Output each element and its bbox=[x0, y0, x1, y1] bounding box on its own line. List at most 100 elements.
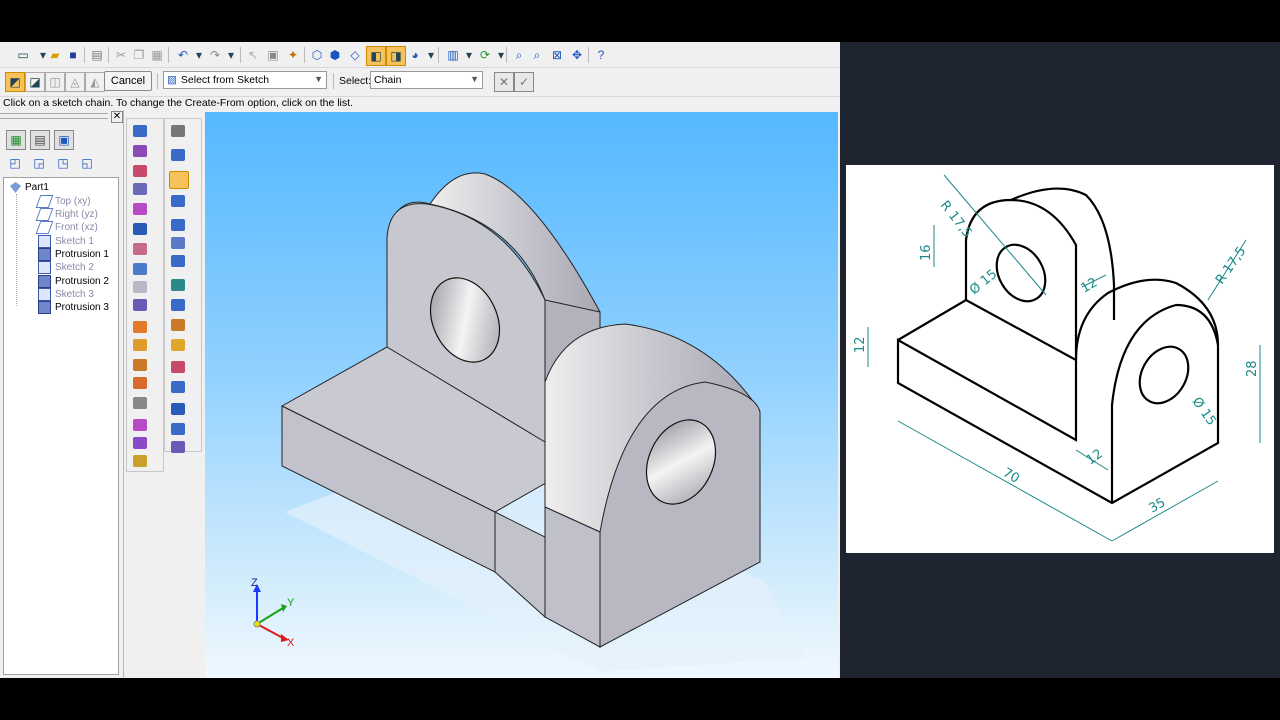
layers-tab-icon[interactable]: ▤ bbox=[30, 130, 50, 150]
save-icon[interactable]: ■ bbox=[64, 46, 82, 64]
hole-tool-icon[interactable] bbox=[133, 203, 147, 215]
boolean-tool-icon[interactable] bbox=[133, 437, 147, 449]
curve-tool-icon[interactable] bbox=[171, 403, 185, 415]
delete-faces-tool-icon[interactable] bbox=[171, 361, 185, 373]
feature-tree-tab-icon[interactable]: ▦ bbox=[6, 130, 26, 150]
tree-item-top-plane[interactable]: Top (xy) bbox=[35, 195, 91, 208]
copy-icon[interactable]: ❐ bbox=[130, 46, 148, 64]
sketch-icon: ▧ bbox=[167, 74, 177, 86]
intersect-tool-icon[interactable] bbox=[171, 423, 185, 435]
zoom-icon[interactable]: ⌕ bbox=[528, 46, 546, 64]
close-icon[interactable]: ✕ bbox=[111, 111, 123, 123]
shaded-icon[interactable]: ◧ bbox=[366, 46, 386, 66]
loft-tool-icon[interactable] bbox=[171, 219, 185, 231]
round-tool-icon[interactable] bbox=[133, 223, 147, 235]
feature-library-tool-icon[interactable] bbox=[133, 455, 147, 467]
family-tab-icon[interactable]: ◰ bbox=[6, 154, 24, 172]
new-file-icon[interactable]: ▭ bbox=[14, 46, 32, 64]
dim-70: 70 bbox=[1000, 465, 1022, 486]
normal-tool-icon[interactable] bbox=[171, 255, 185, 267]
tree-item-protrusion-1[interactable]: Protrusion 1 bbox=[38, 248, 109, 261]
surface-tool-icon[interactable] bbox=[171, 299, 185, 311]
settings-icon[interactable]: ✦ bbox=[284, 46, 302, 64]
side-step-icon[interactable]: ◪ bbox=[25, 72, 45, 92]
helix-tool-icon[interactable] bbox=[171, 237, 185, 249]
revolve-tool-icon[interactable] bbox=[133, 145, 147, 157]
sensors-tab-icon[interactable]: ◳ bbox=[54, 154, 72, 172]
finish-step-icon[interactable]: ◭ bbox=[85, 72, 105, 92]
library-tab-icon[interactable]: ▣ bbox=[54, 130, 74, 150]
mirror-tool-icon[interactable] bbox=[133, 321, 147, 333]
3d-viewport[interactable]: Z Y X bbox=[205, 112, 838, 678]
tree-item-protrusion-3[interactable]: Protrusion 3 bbox=[38, 301, 109, 314]
shaded-edges-icon[interactable]: ◨ bbox=[386, 46, 406, 66]
help-icon[interactable]: ? bbox=[592, 46, 610, 64]
tree-item-protrusion-2[interactable]: Protrusion 2 bbox=[38, 275, 109, 288]
coordinate-triad: Z Y X bbox=[251, 577, 295, 649]
tree-item-right-plane[interactable]: Right (yz) bbox=[35, 208, 98, 221]
chevron-down-icon: ▼ bbox=[470, 74, 479, 84]
pan-icon[interactable]: ✥ bbox=[568, 46, 586, 64]
select-tool-icon[interactable] bbox=[171, 125, 185, 137]
emboss-tool-icon[interactable] bbox=[171, 279, 185, 291]
display-tab-icon[interactable]: ◱ bbox=[78, 154, 96, 172]
features-tab-icon[interactable]: ◲ bbox=[30, 154, 48, 172]
offset-tool-icon[interactable] bbox=[171, 381, 185, 393]
deselect-icon[interactable]: ✕ bbox=[494, 72, 514, 92]
swept-tool-icon[interactable] bbox=[171, 195, 185, 207]
separator bbox=[333, 73, 334, 89]
part-copy-tool-icon[interactable] bbox=[133, 419, 147, 431]
tree-root-label: Part1 bbox=[25, 182, 49, 193]
plane-icon bbox=[35, 208, 54, 221]
dropdown-arrow-icon[interactable]: ▾ bbox=[492, 46, 510, 64]
pattern-tool-icon[interactable] bbox=[133, 339, 147, 351]
wireframe-icon[interactable]: ◇ bbox=[346, 46, 364, 64]
project-tool-icon[interactable] bbox=[171, 441, 185, 453]
rib-tool-icon[interactable] bbox=[133, 299, 147, 311]
tree-item-label: Sketch 1 bbox=[55, 236, 94, 247]
treatment-step-icon[interactable]: ◬ bbox=[65, 72, 85, 92]
thin-wall-tool-icon[interactable] bbox=[133, 281, 147, 293]
web-network-tool-icon[interactable] bbox=[133, 377, 147, 389]
paste-icon[interactable]: ▦ bbox=[148, 46, 166, 64]
pane-grip[interactable] bbox=[0, 113, 108, 119]
thread-tool-icon[interactable] bbox=[171, 319, 185, 331]
print-icon[interactable]: ▤ bbox=[88, 46, 106, 64]
cancel-button[interactable]: Cancel bbox=[104, 71, 152, 91]
dropdown-arrow-icon[interactable]: ▾ bbox=[222, 46, 240, 64]
open-folder-icon[interactable]: ▰ bbox=[46, 46, 64, 64]
sketch-step-icon[interactable]: ◩ bbox=[5, 72, 25, 92]
chamfer-tool-icon[interactable] bbox=[133, 243, 147, 255]
tree-item-front-plane[interactable]: Front (xz) bbox=[35, 221, 98, 234]
cut-icon[interactable]: ✂ bbox=[112, 46, 130, 64]
separator bbox=[84, 47, 85, 63]
lip-tool-icon[interactable] bbox=[133, 359, 147, 371]
tree-item-sketch-3[interactable]: Sketch 3 bbox=[38, 288, 94, 301]
properties-icon[interactable]: ▣ bbox=[264, 46, 282, 64]
create-from-select[interactable]: ▧ Select from Sketch ▼ bbox=[163, 71, 327, 89]
tree-item-label: Sketch 3 bbox=[55, 289, 94, 300]
protrusion-tool-icon[interactable] bbox=[133, 125, 147, 137]
accept-icon[interactable]: ✓ bbox=[514, 72, 534, 92]
vent-tool-icon[interactable] bbox=[133, 397, 147, 409]
zoom-area-icon[interactable]: ⌕ bbox=[510, 46, 528, 64]
planes-tool-icon[interactable] bbox=[171, 149, 185, 161]
tree-root[interactable]: Part1 bbox=[10, 181, 49, 194]
split-tool-icon[interactable] bbox=[171, 339, 185, 351]
view-cube-icon[interactable]: ⬡ bbox=[308, 46, 326, 64]
tree-item-sketch-2[interactable]: Sketch 2 bbox=[38, 261, 94, 274]
draft-tool-icon[interactable] bbox=[133, 263, 147, 275]
view-front-icon[interactable]: ⬢ bbox=[326, 46, 344, 64]
extent-step-icon[interactable]: ◫ bbox=[45, 72, 65, 92]
part-icon bbox=[10, 182, 21, 193]
dim-28: 28 bbox=[1245, 360, 1260, 377]
select-icon[interactable]: ↖ bbox=[244, 46, 262, 64]
select-mode-select[interactable]: Chain ▼ bbox=[370, 71, 483, 89]
active-sketch-tool-icon[interactable] bbox=[169, 171, 189, 189]
command-ribbon: ◩ ◪ ◫ ◬ ◭ Cancel ▧ Select from Sketch ▼ … bbox=[0, 67, 840, 97]
tree-item-sketch-1[interactable]: Sketch 1 bbox=[38, 235, 94, 248]
cutout-tool-icon[interactable] bbox=[133, 165, 147, 177]
triad-origin bbox=[253, 620, 261, 628]
fit-icon[interactable]: ⊠ bbox=[548, 46, 566, 64]
revolved-cutout-tool-icon[interactable] bbox=[133, 183, 147, 195]
